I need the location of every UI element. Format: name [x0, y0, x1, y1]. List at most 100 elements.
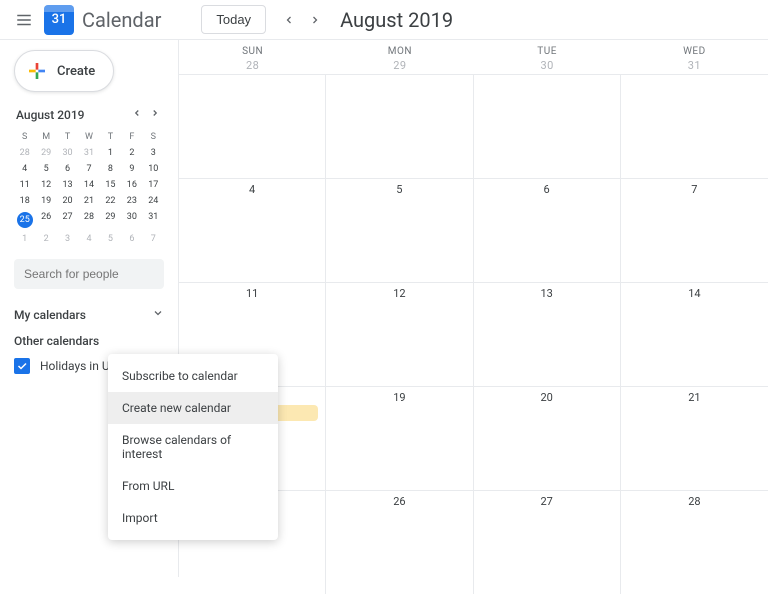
mini-day-header: T — [100, 129, 121, 145]
day-header: TUE30 — [474, 40, 621, 74]
chevron-left-icon — [283, 14, 295, 26]
day-cell[interactable]: 21 — [621, 387, 768, 490]
chevron-right-icon — [150, 108, 160, 118]
mini-day-cell[interactable]: 30 — [57, 145, 78, 161]
logo-wrap: 31 Calendar — [44, 5, 161, 35]
add-calendar-menu: Subscribe to calendarCreate new calendar… — [108, 354, 278, 540]
day-cell[interactable]: 13 — [474, 283, 621, 386]
day-cell[interactable]: 26 — [326, 491, 473, 594]
mini-day-cell[interactable]: 6 — [57, 161, 78, 177]
day-cell[interactable] — [621, 75, 768, 178]
main-menu-button[interactable] — [12, 8, 36, 32]
day-header: MON29 — [326, 40, 473, 74]
day-cell[interactable] — [179, 75, 326, 178]
day-cell[interactable]: 7 — [621, 179, 768, 282]
day-cell[interactable]: 19 — [326, 387, 473, 490]
mini-day-cell[interactable]: 16 — [121, 177, 142, 193]
day-number: 11 — [246, 287, 258, 300]
mini-day-cell[interactable]: 2 — [35, 231, 56, 247]
menu-item[interactable]: Subscribe to calendar — [108, 360, 278, 392]
mini-day-header: S — [14, 129, 35, 145]
mini-day-cell[interactable]: 12 — [35, 177, 56, 193]
create-label: Create — [57, 64, 95, 79]
mini-day-cell[interactable]: 25 — [14, 209, 35, 231]
menu-item[interactable]: Browse calendars of interest — [108, 424, 278, 470]
mini-day-cell[interactable]: 21 — [78, 193, 99, 209]
prev-period-button[interactable] — [276, 7, 302, 33]
mini-day-cell[interactable]: 28 — [78, 209, 99, 231]
mini-day-cell[interactable]: 17 — [143, 177, 164, 193]
mini-day-cell[interactable]: 20 — [57, 193, 78, 209]
mini-day-cell[interactable]: 22 — [100, 193, 121, 209]
day-header: WED31 — [621, 40, 768, 74]
day-cell[interactable]: 4 — [179, 179, 326, 282]
mini-day-cell[interactable]: 1 — [100, 145, 121, 161]
create-button[interactable]: Create — [14, 50, 114, 92]
menu-item[interactable]: Create new calendar — [108, 392, 278, 424]
mini-day-cell[interactable]: 8 — [100, 161, 121, 177]
day-number: 19 — [393, 391, 405, 404]
mini-day-cell[interactable]: 23 — [121, 193, 142, 209]
mini-day-cell[interactable]: 6 — [121, 231, 142, 247]
search-field[interactable] — [24, 267, 154, 281]
mini-day-cell[interactable]: 1 — [14, 231, 35, 247]
day-cell[interactable]: 5 — [326, 179, 473, 282]
menu-item[interactable]: From URL — [108, 470, 278, 502]
day-number: 12 — [393, 287, 405, 300]
day-number: 26 — [393, 495, 405, 508]
day-cell[interactable]: 12 — [326, 283, 473, 386]
my-calendars-section: My calendars — [14, 307, 164, 322]
my-calendars-toggle[interactable]: My calendars — [14, 307, 164, 322]
other-calendars-toggle[interactable]: Other calendars — [14, 334, 164, 348]
day-cell[interactable]: 20 — [474, 387, 621, 490]
day-cell[interactable]: 14 — [621, 283, 768, 386]
mini-day-cell[interactable]: 2 — [121, 145, 142, 161]
mini-day-cell[interactable]: 5 — [100, 231, 121, 247]
mini-day-header: T — [57, 129, 78, 145]
mini-day-cell[interactable]: 7 — [78, 161, 99, 177]
day-cell[interactable] — [474, 75, 621, 178]
day-number: 7 — [691, 183, 697, 196]
mini-day-cell[interactable]: 4 — [78, 231, 99, 247]
mini-day-cell[interactable]: 15 — [100, 177, 121, 193]
today-button[interactable]: Today — [201, 5, 266, 34]
mini-day-header: W — [78, 129, 99, 145]
chevron-left-icon — [132, 108, 142, 118]
mini-day-cell[interactable]: 27 — [57, 209, 78, 231]
mini-day-cell[interactable]: 3 — [143, 145, 164, 161]
mini-day-cell[interactable]: 3 — [57, 231, 78, 247]
mini-day-cell[interactable]: 14 — [78, 177, 99, 193]
mini-day-cell[interactable]: 10 — [143, 161, 164, 177]
day-cell[interactable] — [326, 75, 473, 178]
mini-day-cell[interactable]: 19 — [35, 193, 56, 209]
mini-day-cell[interactable]: 26 — [35, 209, 56, 231]
mini-day-cell[interactable]: 31 — [78, 145, 99, 161]
next-period-button[interactable] — [302, 7, 328, 33]
checkbox-checked-icon[interactable] — [14, 358, 30, 374]
mini-day-cell[interactable]: 28 — [14, 145, 35, 161]
mini-day-cell[interactable]: 30 — [121, 209, 142, 231]
mini-day-cell[interactable]: 4 — [14, 161, 35, 177]
mini-day-cell[interactable]: 29 — [35, 145, 56, 161]
mini-day-cell[interactable]: 24 — [143, 193, 164, 209]
mini-day-header: M — [35, 129, 56, 145]
mini-day-cell[interactable]: 31 — [143, 209, 164, 231]
calendar-logo-icon: 31 — [44, 5, 74, 35]
menu-item[interactable]: Import — [108, 502, 278, 534]
day-cell[interactable]: 28 — [621, 491, 768, 594]
mini-day-cell[interactable]: 7 — [143, 231, 164, 247]
search-people-input[interactable] — [14, 259, 164, 289]
mini-day-cell[interactable]: 9 — [121, 161, 142, 177]
mini-next-button[interactable] — [148, 106, 162, 123]
mini-prev-button[interactable] — [130, 106, 144, 123]
day-cell[interactable]: 6 — [474, 179, 621, 282]
mini-day-cell[interactable]: 18 — [14, 193, 35, 209]
mini-day-cell[interactable]: 29 — [100, 209, 121, 231]
day-cell[interactable]: 27 — [474, 491, 621, 594]
mini-calendar-title: August 2019 — [16, 108, 84, 122]
hamburger-icon — [15, 11, 33, 29]
my-calendars-label: My calendars — [14, 308, 86, 322]
mini-day-cell[interactable]: 13 — [57, 177, 78, 193]
mini-day-cell[interactable]: 5 — [35, 161, 56, 177]
mini-day-cell[interactable]: 11 — [14, 177, 35, 193]
